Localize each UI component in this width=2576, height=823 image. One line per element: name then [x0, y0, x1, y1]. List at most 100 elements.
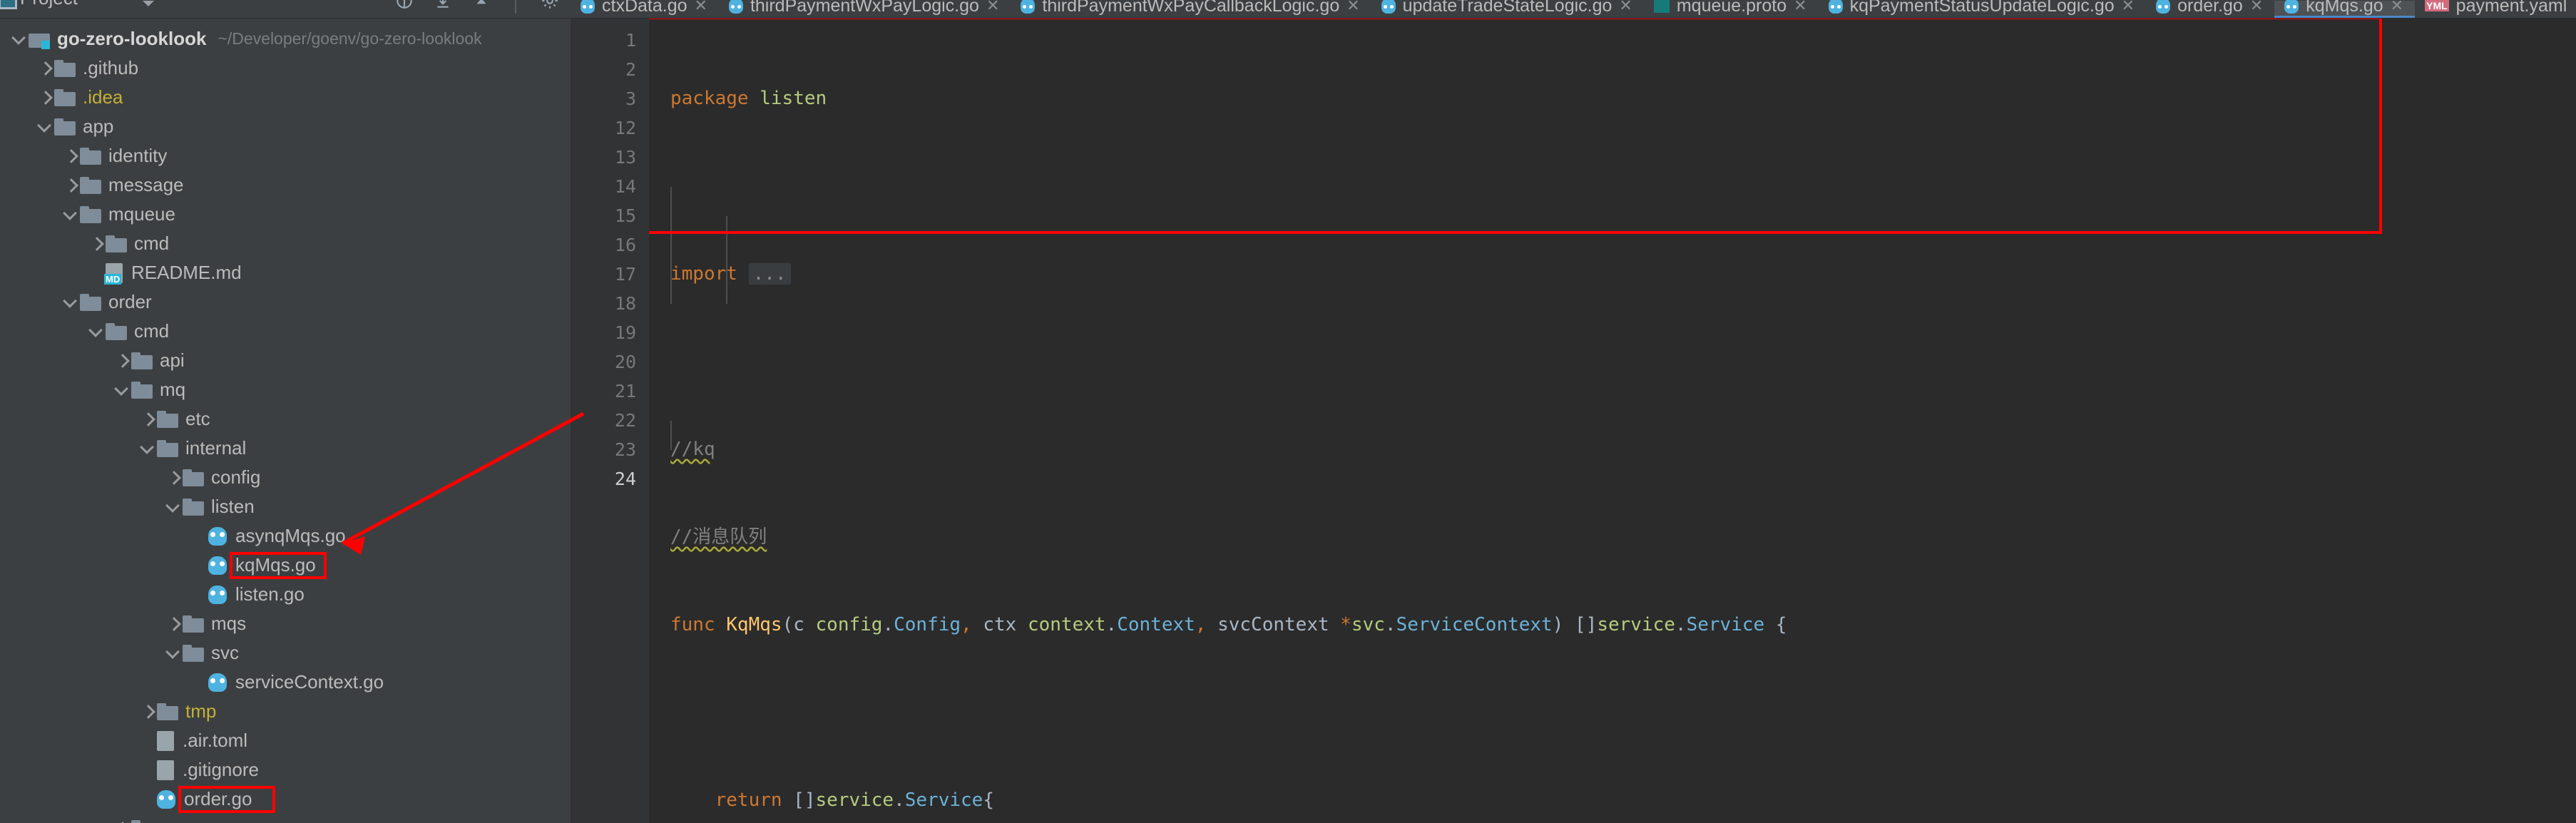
- editor-tab-mqueue-proto[interactable]: mqueue.proto ✕: [1644, 0, 1819, 18]
- tree-item-rpc[interactable]: rpc: [0, 814, 571, 823]
- chevron-down-icon[interactable]: [164, 644, 183, 663]
- folder-icon: [157, 439, 178, 457]
- folder-icon: [183, 615, 204, 633]
- close-icon[interactable]: ✕: [1619, 0, 1632, 15]
- folder-icon: [54, 88, 76, 106]
- close-icon[interactable]: ✕: [2250, 0, 2263, 15]
- tree-item-servicecontextgo[interactable]: serviceContext.go: [0, 668, 571, 697]
- chevron-down-icon[interactable]: [87, 322, 106, 341]
- collapse-all-icon[interactable]: [434, 0, 452, 14]
- tree-item-label: .github: [83, 57, 139, 78]
- close-icon[interactable]: ✕: [1346, 0, 1359, 15]
- tab-label: kqMqs.go: [2306, 0, 2383, 16]
- chevron-right-icon[interactable]: [113, 819, 131, 823]
- tree-item-mqueue[interactable]: mqueue: [0, 200, 571, 229]
- tree-item-tmp[interactable]: tmp: [0, 697, 571, 726]
- tree-item-etc[interactable]: etc: [0, 404, 571, 434]
- folder-icon: [183, 498, 204, 516]
- tree-item-label: etc: [185, 408, 210, 429]
- tab-label: updateTradeStateLogic.go: [1402, 0, 1612, 16]
- chevron-down-icon[interactable]: [61, 205, 80, 224]
- editor-tab-thirdpaymentwxpaylogic-go[interactable]: thirdPaymentWxPayLogic.go ✕: [719, 0, 1011, 18]
- return-type: []service.Service{: [793, 789, 994, 811]
- chevron-right-icon[interactable]: [113, 352, 131, 370]
- tree-item-label: README.md: [131, 262, 242, 283]
- tree-item-api[interactable]: api: [0, 346, 571, 375]
- editor-tab-kqmqs-go[interactable]: kqMqs.go ✕: [2274, 0, 2416, 18]
- tree-item-mq[interactable]: mq: [0, 375, 571, 404]
- tree-item-go-zero-looklook[interactable]: go-zero-looklook ~/Developer/goenv/go-zer…: [0, 24, 571, 53]
- tree-item-message[interactable]: message: [0, 170, 571, 200]
- line-number: 14: [614, 176, 636, 197]
- tree-item-identity[interactable]: identity: [0, 141, 571, 170]
- close-icon[interactable]: ✕: [695, 0, 707, 15]
- chevron-right-icon[interactable]: [36, 88, 54, 107]
- tree-item-svc[interactable]: svc: [0, 638, 571, 668]
- go-file-icon: [208, 585, 227, 604]
- tree-item-asynqmqsgo[interactable]: asynqMqs.go: [0, 521, 571, 551]
- chevron-down-icon[interactable]: [10, 30, 29, 48]
- tree-item-label: cmd: [134, 320, 170, 342]
- folder-icon: [131, 819, 153, 823]
- chevron-down-icon[interactable]: [164, 498, 183, 516]
- tree-item-internal[interactable]: internal: [0, 434, 571, 463]
- tree-item-cmd[interactable]: cmd: [0, 317, 571, 346]
- close-icon[interactable]: ✕: [986, 0, 999, 15]
- main-body: go-zero-looklook ~/Developer/goenv/go-zer…: [0, 19, 2576, 823]
- tree-item-app[interactable]: app: [0, 112, 571, 141]
- tree-item-listengo[interactable]: listen.go: [0, 580, 571, 609]
- close-icon[interactable]: ✕: [1794, 0, 1806, 15]
- chevron-down-icon[interactable]: [143, 1, 154, 6]
- tree-item-order[interactable]: order: [0, 287, 571, 317]
- code-content[interactable]: package listen import ... //kq //消息队列 fu…: [649, 19, 2576, 823]
- tree-item-listen[interactable]: listen: [0, 492, 571, 521]
- tree-item-cmd[interactable]: cmd: [0, 229, 571, 258]
- code-line-15: func KqMqs(c config.Config, ctx context.…: [670, 610, 2576, 640]
- line-number: 3: [625, 88, 636, 109]
- tree-item-ordergo[interactable]: order.go: [0, 784, 571, 814]
- chevron-right-icon[interactable]: [138, 702, 157, 721]
- close-icon[interactable]: ✕: [2391, 0, 2403, 15]
- tree-item-kqmqsgo[interactable]: kqMqs.go: [0, 551, 571, 580]
- chevron-right-icon[interactable]: [164, 469, 183, 487]
- import-fold-placeholder[interactable]: ...: [748, 263, 791, 285]
- chevron-down-icon[interactable]: [113, 381, 131, 399]
- expand-icon[interactable]: [472, 0, 491, 14]
- chevron-right-icon[interactable]: [61, 147, 80, 165]
- chevron-right-icon[interactable]: [138, 410, 157, 429]
- editor-tab-updatetradestatelogic-go[interactable]: updateTradeStateLogic.go ✕: [1371, 0, 1644, 18]
- chevron-right-icon[interactable]: [87, 235, 106, 253]
- code-line-1: package listen: [670, 84, 2576, 113]
- folder-icon: [80, 147, 101, 165]
- project-tree[interactable]: go-zero-looklook ~/Developer/goenv/go-zer…: [0, 19, 571, 823]
- close-icon[interactable]: ✕: [2122, 0, 2135, 15]
- go-file-icon: [157, 789, 175, 809]
- tree-item-readmemd[interactable]: MD README.md: [0, 258, 571, 287]
- editor-tab-payment-yaml[interactable]: YML payment.yaml: [2415, 0, 2576, 18]
- tree-item-idea[interactable]: .idea: [0, 83, 571, 112]
- chevron-right-icon[interactable]: [36, 59, 54, 78]
- no-chevron: [190, 586, 208, 604]
- chevron-down-icon[interactable]: [61, 293, 80, 312]
- editor-tab-thirdpaymentwxpaycallbacklogic-go[interactable]: thirdPaymentWxPayCallbackLogic.go ✕: [1011, 0, 1371, 18]
- tree-item-github[interactable]: .github: [0, 53, 571, 83]
- help-icon[interactable]: [395, 0, 414, 14]
- chevron-right-icon[interactable]: [61, 176, 80, 195]
- editor-tab-order-go[interactable]: order.go ✕: [2146, 0, 2274, 18]
- settings-icon[interactable]: [541, 0, 559, 14]
- code-editor[interactable]: 1 2 3 12 13 14 15 16 17 18 19 20 21 22 23 24 package li…: [571, 19, 2576, 823]
- editor-tab-bar[interactable]: ctxData.go ✕ thirdPaymentWxPayLogic.go ✕ thi…: [571, 0, 2576, 19]
- chevron-down-icon[interactable]: [138, 439, 157, 458]
- tree-item-gitignore[interactable]: .gitignore: [0, 755, 571, 784]
- chevron-right-icon[interactable]: [164, 615, 183, 633]
- project-panel-icon: [0, 0, 17, 9]
- tree-item-config[interactable]: config: [0, 463, 571, 492]
- chevron-down-icon[interactable]: [36, 118, 54, 136]
- tree-item-mqs[interactable]: mqs: [0, 609, 571, 638]
- editor-tab-kqpaymentstatusupdatelogic-go[interactable]: kqPaymentStatusUpdateLogic.go ✕: [1819, 0, 2147, 18]
- line-number: 16: [614, 235, 636, 255]
- editor-tab-ctxdata-go[interactable]: ctxData.go ✕: [571, 0, 719, 18]
- tab-label: thirdPaymentWxPayLogic.go: [750, 0, 979, 16]
- tree-item-airtoml[interactable]: .air.toml: [0, 726, 571, 755]
